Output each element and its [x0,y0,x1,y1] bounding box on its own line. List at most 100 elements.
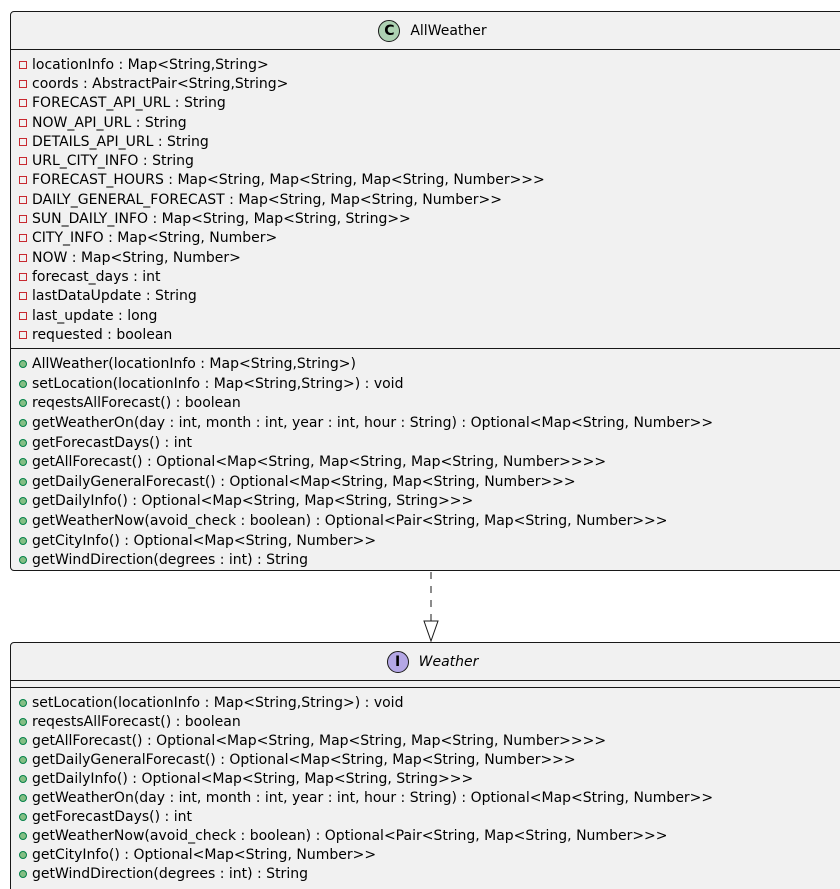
interface-method: getForecastDays() : int [19,808,840,827]
public-visibility-icon [19,832,27,841]
class-method: getForecastDays() : int [19,433,840,453]
class-attribute: lastDataUpdate : String [19,287,840,306]
class-method-text: setLocation(locationInfo : Map<String,St… [32,375,404,392]
class-method-text: getWeatherOn(day : int, month : int, yea… [32,415,714,432]
class-stereotype-icon: C [378,19,401,42]
interface-method: getDailyInfo() : Optional<Map<String, Ma… [19,769,840,788]
class-attribute: URL_CITY_INFO : String [19,151,840,170]
interface-method-text: getAllForecast() : Optional<Map<String, … [32,732,607,749]
public-visibility-icon [19,774,27,783]
interface-method: getCityInfo() : Optional<Map<String, Num… [19,846,840,865]
public-visibility-icon [19,517,27,525]
class-method-text: getCityInfo() : Optional<Map<String, Num… [32,532,377,549]
class-attribute: DETAILS_API_URL : String [19,132,840,151]
public-visibility-icon [19,536,27,545]
interface-method-text: getForecastDays() : int [32,809,192,826]
private-visibility-icon [19,215,27,224]
public-visibility-icon [19,379,27,388]
public-visibility-icon [19,717,27,726]
public-visibility-icon [19,755,27,764]
class-attribute-text: SUN_DAILY_INFO : Map<String, Map<String,… [32,211,411,228]
public-visibility-icon [19,870,27,879]
class-attribute-text: DAILY_GENERAL_FORECAST : Map<String, Map… [32,191,502,208]
class-methods: AllWeather(locationInfo : Map<String,Str… [11,349,840,574]
private-visibility-icon [19,311,27,320]
private-visibility-icon [19,137,27,146]
private-visibility-icon [19,253,27,262]
class-method: getAllForecast() : Optional<Map<String, … [19,452,840,472]
class-attribute-text: requested : boolean [32,326,173,343]
private-visibility-icon [19,99,27,108]
public-visibility-icon [19,736,27,745]
class-attribute-text: last_update : long [32,307,158,324]
interface-method-text: getWindDirection(degrees : int) : String [32,866,308,883]
realization-arrowhead [423,620,439,643]
public-visibility-icon [19,419,27,428]
class-method: getDailyGeneralForecast() : Optional<Map… [19,472,840,492]
interface-method: setLocation(locationInfo : Map<String,St… [19,693,840,712]
interface-stereotype-icon: I [386,650,409,673]
interface-method-text: getWeatherNow(avoid_check : boolean) : O… [32,828,668,845]
class-method-text: reqestsAllForecast() : boolean [32,395,241,412]
class-title: AllWeather [410,22,487,39]
public-visibility-icon [19,477,27,486]
class-attribute-text: locationInfo : Map<String,String> [32,56,269,73]
private-visibility-icon [19,234,27,243]
class-attribute: CITY_INFO : Map<String, Number> [19,229,840,248]
class-method: reqestsAllForecast() : boolean [19,394,840,414]
class-attribute: SUN_DAILY_INFO : Map<String, Map<String,… [19,209,840,228]
private-visibility-icon [19,176,27,185]
interface-method-text: setLocation(locationInfo : Map<String,St… [32,694,404,711]
class-attribute-text: FORECAST_HOURS : Map<String, Map<String,… [32,172,545,189]
public-visibility-icon [19,438,27,447]
public-visibility-icon [19,497,27,506]
class-attribute-text: DETAILS_API_URL : String [32,133,209,150]
class-method: getWeatherOn(day : int, month : int, yea… [19,413,840,433]
interface-method: getDailyGeneralForecast() : Optional<Map… [19,750,840,769]
class-method-text: getForecastDays() : int [32,434,192,451]
class-method-text: getDailyInfo() : Optional<Map<String, Ma… [32,493,474,510]
private-visibility-icon [19,272,27,281]
class-attribute: locationInfo : Map<String,String> [19,55,840,74]
interface-method: getAllForecast() : Optional<Map<String, … [19,731,840,750]
interface-attributes [11,681,840,688]
class-attribute-text: FORECAST_API_URL : String [32,95,226,112]
private-visibility-icon [19,79,27,88]
private-visibility-icon [19,118,27,127]
interface-weather: I Weather setLocation(locationInfo : Map… [10,642,840,889]
class-header: C AllWeather [11,12,840,50]
class-attributes: locationInfo : Map<String,String> coords … [11,50,840,350]
private-visibility-icon [19,195,27,204]
class-attribute: DAILY_GENERAL_FORECAST : Map<String, Map… [19,190,840,209]
interface-method-text: getDailyInfo() : Optional<Map<String, Ma… [32,770,474,787]
class-attribute-text: NOW_API_URL : String [32,114,187,131]
interface-methods: setLocation(locationInfo : Map<String,St… [11,688,840,888]
class-attribute-text: forecast_days : int [32,268,161,285]
interface-title: Weather [418,653,479,670]
public-visibility-icon [19,399,27,408]
class-method-text: getAllForecast() : Optional<Map<String, … [32,454,607,471]
class-attribute: NOW : Map<String, Number> [19,248,840,267]
class-method: getDailyInfo() : Optional<Map<String, Ma… [19,492,840,512]
private-visibility-icon [19,157,27,166]
class-method-text: getWindDirection(degrees : int) : String [32,552,308,569]
interface-method-text: getCityInfo() : Optional<Map<String, Num… [32,847,377,864]
private-visibility-icon [19,330,27,339]
class-method-text: getWeatherNow(avoid_check : boolean) : O… [32,513,668,529]
class-attribute-text: URL_CITY_INFO : String [32,153,194,170]
interface-method-text: reqestsAllForecast() : boolean [32,713,241,730]
class-method: AllWeather(locationInfo : Map<String,Str… [19,354,840,374]
class-attribute: NOW_API_URL : String [19,113,840,132]
class-attribute: coords : AbstractPair<String,String> [19,74,840,93]
class-method: setLocation(locationInfo : Map<String,St… [19,374,840,394]
private-visibility-icon [19,60,27,69]
class-allweather: C AllWeather locationInfo : Map<String,S… [10,11,840,571]
uml-diagram: C AllWeather locationInfo : Map<String,S… [0,0,840,889]
class-attribute-text: NOW : Map<String, Number> [32,249,241,266]
public-visibility-icon [19,698,27,707]
class-attribute: FORECAST_HOURS : Map<String, Map<String,… [19,171,840,190]
interface-method: getWindDirection(degrees : int) : String [19,865,840,884]
class-attribute: FORECAST_API_URL : String [19,94,840,113]
class-method: getWindDirection(degrees : int) : String [19,550,840,570]
public-visibility-icon [19,458,27,467]
